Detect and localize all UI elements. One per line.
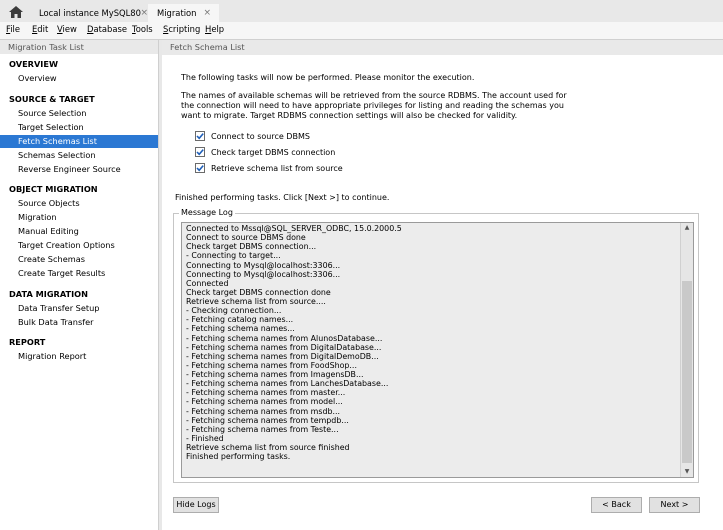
menu-database[interactable]: Database (87, 24, 127, 34)
menu-label: ile (10, 24, 21, 34)
log-line: - Fetching schema names from LanchesData… (186, 379, 389, 389)
section-data-migration: DATA MIGRATION (9, 289, 88, 299)
checkbox-checked-icon (195, 131, 205, 141)
log-line: Check target DBMS connection... (186, 242, 317, 252)
sidebar-item-target-selection[interactable]: Target Selection (0, 121, 158, 134)
hide-logs-button[interactable]: Hide Logs (173, 497, 219, 513)
menu-label: dit (37, 24, 49, 34)
tab-label: Migration (157, 8, 197, 18)
log-line: Retrieve schema list from source.... (186, 297, 326, 306)
log-line: Connecting to Mysql@localhost:3306... (186, 260, 341, 270)
sidebar-item-target-creation-options[interactable]: Target Creation Options (0, 239, 158, 252)
section-object-migration: OBJECT MIGRATION (9, 184, 98, 194)
menu-tools[interactable]: Tools (132, 24, 153, 34)
back-button[interactable]: < Back (591, 497, 642, 513)
task-label: Check target DBMS connection (211, 148, 336, 157)
tab-label: Local instance MySQL80 (39, 8, 141, 18)
tab-bar: Local instance MySQL80 × Migration × (0, 0, 723, 22)
log-line: Finished performing tasks. (186, 452, 291, 462)
message-log-group: Message Log Connected to Mssql@SQL_SERVE… (173, 208, 699, 483)
description-line: want to migrate. Target RDBMS connection… (181, 111, 518, 120)
menu-bar: File Edit View Database Tools Scripting … (0, 22, 723, 40)
log-line: - Checking connection... (186, 306, 282, 316)
panel-header: Fetch Schema List (162, 40, 723, 55)
section-overview: OVERVIEW (9, 59, 58, 69)
log-line: Connected (186, 278, 229, 288)
log-line: - Fetching schema names from FoodShop... (186, 360, 357, 370)
sidebar-item-migration-report[interactable]: Migration Report (0, 350, 158, 363)
menu-help[interactable]: Help (205, 24, 224, 34)
sidebar-item-source-objects[interactable]: Source Objects (0, 197, 158, 210)
menu-edit[interactable]: Edit (32, 24, 48, 34)
menu-label: cripting (168, 24, 201, 34)
intro-text: The following tasks will now be performe… (181, 73, 475, 82)
tab-local-instance[interactable]: Local instance MySQL80 × (30, 4, 156, 22)
menu-scripting[interactable]: Scripting (163, 24, 200, 34)
tab-migration[interactable]: Migration × (148, 4, 219, 22)
log-line: - Fetching schema names from master... (186, 388, 346, 398)
log-line: - Fetching schema names from AlunosDatab… (186, 333, 383, 343)
scroll-thumb[interactable] (682, 281, 692, 463)
task-label: Connect to source DBMS (211, 132, 310, 141)
menu-label: elp (211, 24, 225, 34)
section-source-target: SOURCE & TARGET (9, 94, 95, 104)
log-line: - Fetching schema names... (186, 324, 295, 334)
message-log-textarea[interactable]: Connected to Mssql@SQL_SERVER_ODBC, 15.0… (181, 222, 694, 478)
sidebar-item-manual-editing[interactable]: Manual Editing (0, 225, 158, 238)
sidebar-item-create-schemas[interactable]: Create Schemas (0, 253, 158, 266)
checkbox-checked-icon (195, 163, 205, 173)
fetch-schema-list-panel: Fetch Schema List The following tasks wi… (162, 40, 723, 530)
log-line: - Fetching schema names from DigitalDemo… (186, 351, 379, 361)
sidebar-item-bulk-data-transfer[interactable]: Bulk Data Transfer (0, 316, 158, 329)
home-button[interactable] (0, 0, 30, 22)
sidebar-item-migration[interactable]: Migration (0, 211, 158, 224)
task-label: Retrieve schema list from source (211, 164, 343, 173)
menu-label: ools (135, 24, 153, 34)
log-line: Check target DBMS connection done (186, 287, 331, 297)
menu-label: iew (62, 24, 77, 34)
scroll-up-icon[interactable]: ▲ (681, 223, 693, 233)
log-line: - Fetching schema names from model... (186, 397, 343, 407)
log-scrollbar[interactable]: ▲ ▼ (680, 223, 693, 477)
menu-file[interactable]: File (6, 24, 20, 34)
log-line: - Fetching schema names from DigitalData… (186, 342, 382, 352)
log-line: Retrieve schema list from source finishe… (186, 443, 350, 452)
sidebar-item-create-target-results[interactable]: Create Target Results (0, 267, 158, 280)
sidebar-item-reverse-engineer-source[interactable]: Reverse Engineer Source (0, 163, 158, 176)
sidebar-item-overview[interactable]: Overview (0, 72, 158, 85)
log-line: Connecting to Mysql@localhost:3306... (186, 269, 341, 279)
migration-task-list: Migration Task List OVERVIEW Overview SO… (0, 40, 159, 530)
log-line: - Fetching schema names from tempdb... (186, 415, 349, 425)
message-log-label: Message Log (179, 208, 235, 217)
description-line: The names of available schemas will be r… (181, 91, 567, 100)
description-line: the connection will need to have appropr… (181, 101, 564, 110)
sidebar-item-fetch-schemas-list[interactable]: Fetch Schemas List (0, 135, 158, 148)
scroll-down-icon[interactable]: ▼ (681, 467, 693, 477)
sidebar-item-schemas-selection[interactable]: Schemas Selection (0, 149, 158, 162)
log-line: - Fetching schema names from msdb... (186, 406, 341, 416)
log-line: - Fetching schema names from ImagensDB..… (186, 370, 364, 379)
log-line: Connect to source DBMS done (186, 233, 306, 243)
next-button[interactable]: Next > (649, 497, 700, 513)
log-lines: Connected to Mssql@SQL_SERVER_ODBC, 15.0… (186, 224, 686, 461)
sidebar-item-source-selection[interactable]: Source Selection (0, 107, 158, 120)
menu-view[interactable]: View (57, 24, 77, 34)
home-icon (9, 6, 23, 18)
section-report: REPORT (9, 337, 46, 347)
checkbox-checked-icon (195, 147, 205, 157)
log-line: Connected to Mssql@SQL_SERVER_ODBC, 15.0… (186, 224, 402, 233)
sidebar-header: Migration Task List (0, 40, 158, 54)
log-line: - Connecting to target... (186, 251, 281, 261)
menu-label: atabase (93, 24, 127, 34)
close-icon[interactable]: × (203, 4, 211, 22)
sidebar-item-data-transfer-setup[interactable]: Data Transfer Setup (0, 302, 158, 315)
close-icon[interactable]: × (140, 4, 148, 22)
log-line: - Fetching catalog names... (186, 315, 294, 325)
log-line: - Finished (186, 433, 224, 443)
status-text: Finished performing tasks. Click [Next >… (175, 193, 390, 202)
log-line: - Fetching schema names from Teste... (186, 424, 339, 434)
